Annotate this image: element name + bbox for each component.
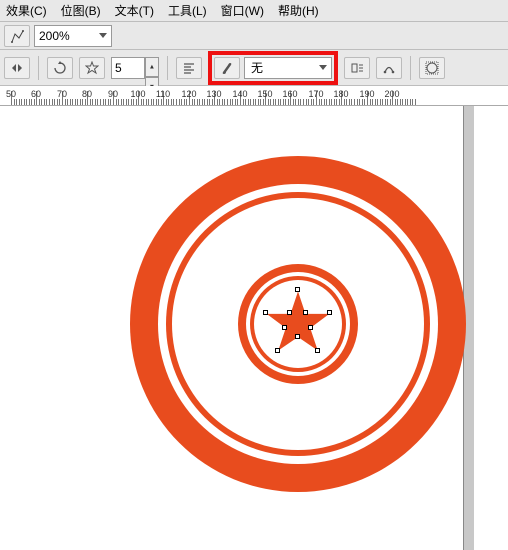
menu-text[interactable]: 文本(T)	[115, 2, 154, 19]
ruler-label: 50	[6, 89, 16, 99]
separator	[38, 56, 39, 80]
separator	[167, 56, 168, 80]
node-handle[interactable]	[282, 325, 287, 330]
ruler-label: 150	[257, 89, 272, 99]
node-handle[interactable]	[295, 334, 300, 339]
ruler-label: 90	[108, 89, 118, 99]
ruler-label: 130	[206, 89, 221, 99]
horizontal-ruler: 50 60 70 80 90 100 110 120 130 140 150 160 170 180 190…	[0, 86, 508, 106]
canvas-area[interactable]	[0, 106, 508, 550]
ruler-label: 200	[384, 89, 399, 99]
chevron-down-icon	[99, 33, 107, 38]
ruler-label: 170	[308, 89, 323, 99]
menu-bar: 效果(C) 位图(B) 文本(T) 工具(L) 窗口(W) 帮助(H)	[0, 0, 508, 22]
ruler-label: 120	[181, 89, 196, 99]
pasteboard	[474, 106, 508, 550]
zoom-value: 200%	[39, 29, 70, 43]
toolbar-top: 200%	[0, 22, 508, 50]
node-handle[interactable]	[308, 325, 313, 330]
wrap-text-icon[interactable]	[344, 57, 370, 79]
brush-tool-icon[interactable]	[214, 57, 240, 79]
rotate-icon[interactable]	[47, 57, 73, 79]
ruler-label: 160	[282, 89, 297, 99]
ruler-label: 180	[333, 89, 348, 99]
brush-preset-value: 无	[251, 59, 319, 76]
ruler-label: 80	[82, 89, 92, 99]
highlighted-brush-control: 无	[208, 51, 338, 85]
ruler-label: 190	[359, 89, 374, 99]
menu-window[interactable]: 窗口(W)	[221, 2, 264, 19]
node-handle[interactable]	[275, 348, 280, 353]
star-shape[interactable]	[264, 288, 332, 356]
ruler-label: 110	[156, 89, 170, 99]
menu-effects[interactable]: 效果(C)	[6, 2, 47, 19]
property-bar: ▲ ▼ 无	[0, 50, 508, 86]
zoom-select[interactable]: 200%	[34, 25, 112, 47]
spinner-up-icon[interactable]: ▲	[145, 57, 159, 77]
seal-artwork[interactable]	[130, 156, 466, 492]
spray-tool-icon[interactable]	[4, 25, 30, 47]
ruler-label: 70	[57, 89, 67, 99]
brush-preset-select[interactable]: 无	[244, 57, 332, 79]
star-points-icon	[79, 57, 105, 79]
menu-bitmap[interactable]: 位图(B)	[61, 2, 101, 19]
menu-tools[interactable]: 工具(L)	[168, 2, 207, 19]
convert-curves-icon[interactable]	[376, 57, 402, 79]
points-spinner[interactable]: ▲ ▼	[111, 57, 159, 79]
separator	[410, 56, 411, 80]
node-handle[interactable]	[327, 310, 332, 315]
ruler-label: 100	[130, 89, 145, 99]
ruler-label: 60	[31, 89, 41, 99]
node-handle[interactable]	[303, 310, 308, 315]
chevron-down-icon	[319, 65, 327, 70]
points-input[interactable]	[111, 57, 145, 79]
node-handle[interactable]	[295, 287, 300, 292]
bounding-box-icon[interactable]	[419, 57, 445, 79]
ruler-label: 140	[232, 89, 247, 99]
node-handle[interactable]	[263, 310, 268, 315]
node-handle[interactable]	[315, 348, 320, 353]
mirror-h-icon[interactable]	[4, 57, 30, 79]
menu-help[interactable]: 帮助(H)	[278, 2, 319, 19]
node-handle[interactable]	[287, 310, 292, 315]
text-align-icon[interactable]	[176, 57, 202, 79]
